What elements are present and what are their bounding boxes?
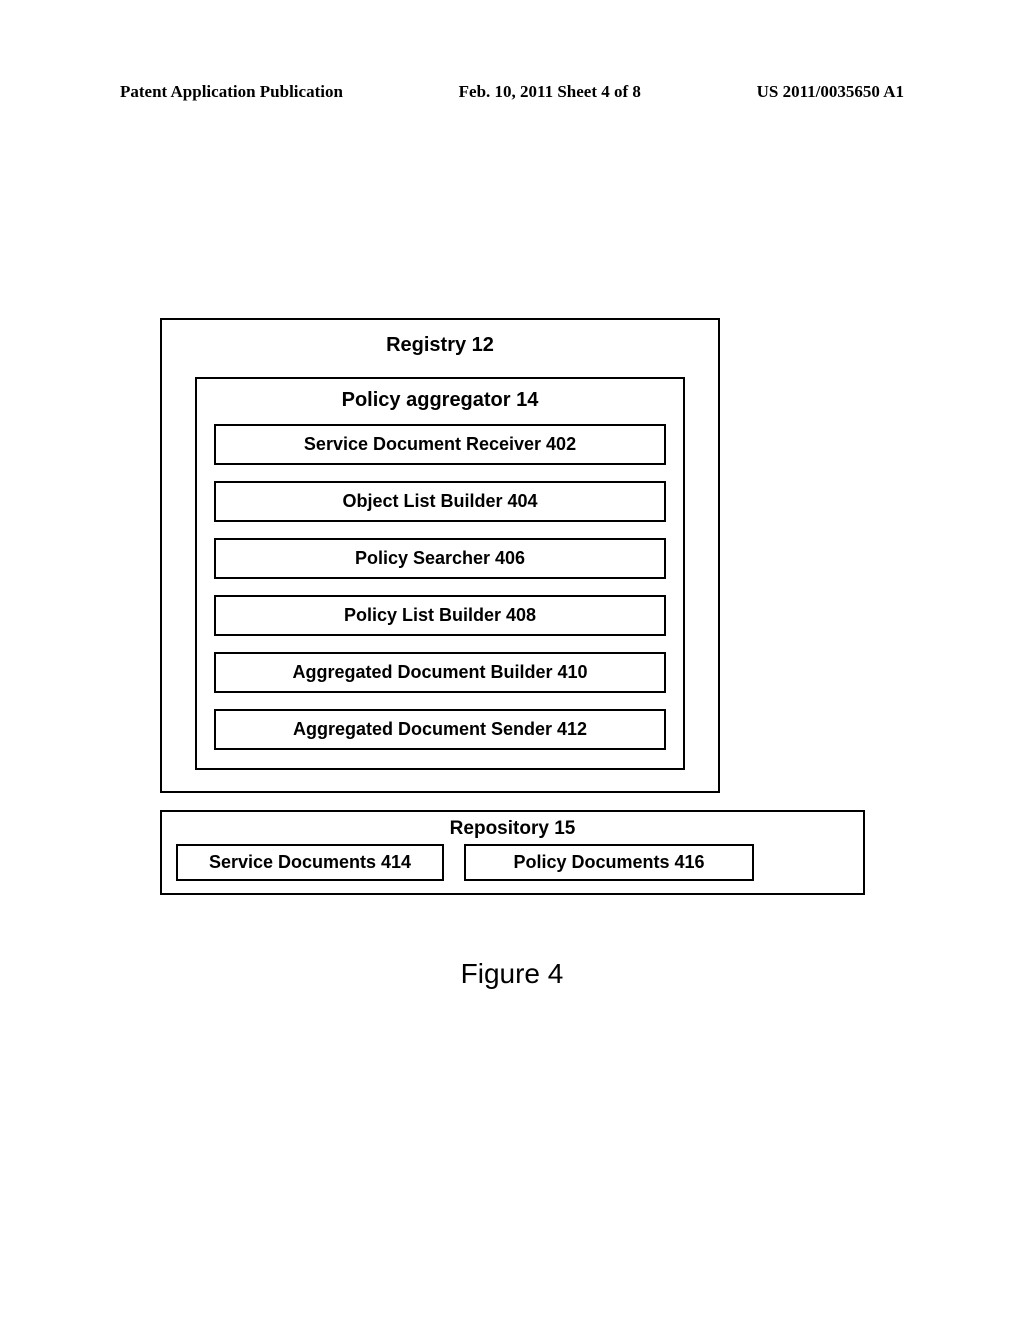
policy-list-builder-box: Policy List Builder 408 — [214, 595, 666, 636]
registry-box: Registry 12 Policy aggregator 14 Service… — [160, 318, 720, 793]
repository-row: Service Documents 414 Policy Documents 4… — [162, 844, 863, 881]
service-document-receiver-box: Service Document Receiver 402 — [214, 424, 666, 465]
page-header: Patent Application Publication Feb. 10, … — [120, 82, 904, 102]
policy-documents-box: Policy Documents 416 — [464, 844, 754, 881]
policy-aggregator-box: Policy aggregator 14 Service Document Re… — [195, 377, 685, 770]
policy-aggregator-title: Policy aggregator 14 — [197, 379, 683, 418]
header-right-text: US 2011/0035650 A1 — [757, 82, 904, 102]
figure-caption: Figure 4 — [0, 958, 1024, 990]
aggregated-document-sender-box: Aggregated Document Sender 412 — [214, 709, 666, 750]
service-documents-box: Service Documents 414 — [176, 844, 444, 881]
registry-title: Registry 12 — [162, 320, 718, 377]
header-left-text: Patent Application Publication — [120, 82, 343, 102]
object-list-builder-box: Object List Builder 404 — [214, 481, 666, 522]
policy-searcher-box: Policy Searcher 406 — [214, 538, 666, 579]
aggregated-document-builder-box: Aggregated Document Builder 410 — [214, 652, 666, 693]
repository-box: Repository 15 Service Documents 414 Poli… — [160, 810, 865, 895]
repository-title: Repository 15 — [162, 812, 863, 844]
header-center-text: Feb. 10, 2011 Sheet 4 of 8 — [459, 82, 641, 102]
